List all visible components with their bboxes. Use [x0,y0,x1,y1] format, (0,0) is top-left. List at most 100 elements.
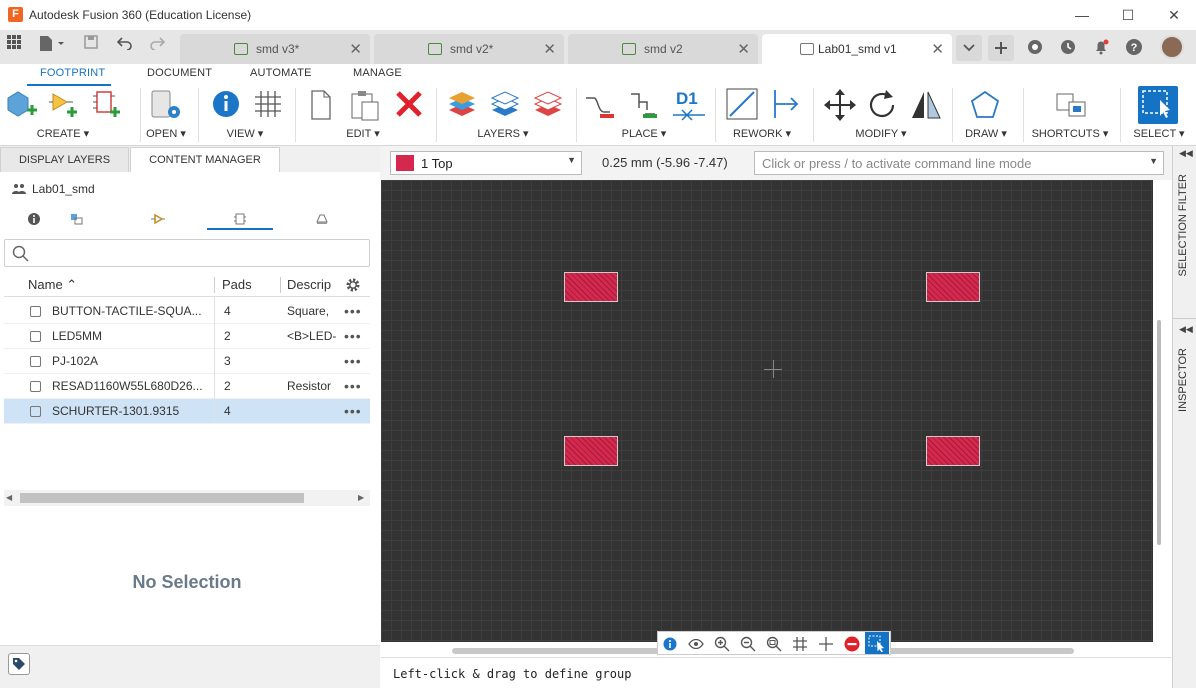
minimize-button[interactable]: — [1059,0,1105,30]
search-field[interactable] [4,239,370,267]
zoom-out-icon[interactable] [737,634,759,654]
info-icon[interactable] [659,634,681,654]
place-text-icon[interactable]: D1 [672,88,708,122]
tab-overflow-chevron-icon[interactable] [956,35,982,61]
select-mode-icon[interactable] [865,632,889,654]
table-row[interactable]: LED5MM 2 <B>LED- ••• [4,324,370,349]
maximize-button[interactable]: ☐ [1105,0,1151,30]
tab-document[interactable]: DOCUMENT [147,67,212,79]
layer-select[interactable]: 1 Top ▼ [390,151,582,175]
route-line-icon[interactable] [726,88,758,122]
zoom-in-icon[interactable] [711,634,733,654]
file-menu-icon[interactable] [34,34,68,60]
app-grid-icon[interactable] [3,34,25,58]
gear-icon[interactable] [345,277,361,293]
origin-crosshair-icon[interactable] [815,634,837,654]
close-tab-icon[interactable]: ✕ [931,40,944,58]
copy-icon[interactable] [307,88,339,122]
more-options-icon[interactable]: ••• [344,399,362,424]
polygon-draw-icon[interactable] [968,88,1000,122]
rotate-icon[interactable] [866,88,898,122]
3d-package-filter-icon[interactable] [288,212,356,230]
eye-visibility-icon[interactable] [685,634,707,654]
extensions-icon[interactable] [1026,38,1044,59]
edit-group-label[interactable]: EDIT ▾ [338,127,388,140]
place-pad-icon[interactable] [627,88,659,122]
close-window-button[interactable]: ✕ [1151,0,1196,30]
tab-footprint[interactable]: FOOTPRINT [40,67,105,79]
footprint-canvas[interactable] [381,180,1153,642]
view-group-label[interactable]: VIEW ▾ [220,127,270,140]
close-tab-icon[interactable]: ✕ [543,40,556,58]
open-library-icon[interactable] [148,88,180,122]
search-input[interactable] [35,243,355,263]
tag-icon[interactable] [8,653,30,675]
place-smd-icon[interactable] [584,88,616,122]
new-tab-plus-icon[interactable] [988,35,1014,61]
undo-icon[interactable] [114,34,136,58]
smd-pad[interactable] [926,436,980,466]
shortcuts-group-label[interactable]: SHORTCUTS ▾ [1030,127,1110,140]
modify-group-label[interactable]: MODIFY ▾ [850,127,912,140]
selection-filter-tab[interactable]: SELECTION FILTER [1177,174,1189,276]
layer-blue-icon[interactable] [489,88,521,122]
grid-toggle-icon[interactable] [789,634,811,654]
help-icon[interactable]: ? [1125,38,1143,59]
layer-red-icon[interactable] [532,88,564,122]
tab-smd-v3[interactable]: smd v3* ✕ [180,34,370,64]
mirror-icon[interactable] [909,88,941,122]
table-row[interactable]: BUTTON-TACTILE-SQUA... 4 Square, ••• [4,299,370,324]
create-group-label[interactable]: CREATE ▾ [30,127,96,140]
new-symbol-icon[interactable] [47,88,79,122]
save-icon[interactable] [80,34,102,58]
close-tab-icon[interactable]: ✕ [737,40,750,58]
open-group-label[interactable]: OPEN ▾ [140,127,192,140]
paste-icon[interactable] [349,88,381,122]
delete-icon[interactable] [393,88,425,122]
new-footprint-icon[interactable] [5,88,37,122]
command-line-input[interactable]: Click or press / to activate command lin… [754,151,1164,175]
footprints-filter-icon[interactable] [207,212,273,230]
move-icon[interactable] [823,88,856,122]
dropdown-arrow-icon[interactable]: ▼ [1149,156,1158,166]
new-package-icon[interactable] [90,88,122,122]
redo-icon[interactable] [146,34,168,58]
table-row-selected[interactable]: SCHURTER-1301.9315 4 ••• [4,399,370,424]
grid-icon[interactable] [252,88,284,122]
select-group-icon[interactable] [1138,86,1178,124]
canvas-vertical-scrollbar[interactable] [1153,180,1165,642]
components-filter-icon[interactable] [42,212,110,230]
zoom-fit-icon[interactable] [763,634,785,654]
more-options-icon[interactable]: ••• [344,349,362,374]
draw-group-label[interactable]: DRAW ▾ [960,127,1012,140]
scroll-right-arrow-icon[interactable]: ▶ [358,493,364,502]
shortcuts-icon[interactable] [1054,88,1086,122]
scrollbar-thumb[interactable] [1157,320,1161,545]
select-group-label[interactable]: SELECT ▾ [1130,127,1188,140]
notifications-bell-icon[interactable] [1092,38,1110,59]
tab-display-layers[interactable]: DISPLAY LAYERS [0,147,129,172]
more-options-icon[interactable]: ••• [344,324,362,349]
symbols-filter-icon[interactable] [124,212,192,230]
collapse-arrow-icon[interactable]: ◀◀ [1179,148,1193,159]
description-column-header[interactable]: Descrip [287,273,331,297]
smd-pad[interactable] [926,272,980,302]
pads-column-header[interactable]: Pads [222,273,252,297]
collapse-arrow-icon[interactable]: ◀◀ [1179,324,1193,335]
stop-icon[interactable] [841,634,863,654]
more-options-icon[interactable]: ••• [344,374,362,399]
smd-pad[interactable] [564,436,618,466]
inspector-tab[interactable]: INSPECTOR [1177,348,1189,412]
tab-lab01-smd-v1[interactable]: Lab01_smd v1 ✕ [762,34,952,64]
info-icon[interactable] [210,88,242,122]
tab-smd-v2-modified[interactable]: smd v2* ✕ [374,34,564,64]
table-row[interactable]: PJ-102A 3 ••• [4,349,370,374]
more-options-icon[interactable]: ••• [344,299,362,324]
place-group-label[interactable]: PLACE ▾ [614,127,674,140]
layers-colored-icon[interactable] [446,88,478,122]
layers-group-label[interactable]: LAYERS ▾ [470,127,536,140]
scrollbar-thumb[interactable] [20,493,304,503]
ripup-arrow-icon[interactable] [769,88,801,122]
name-column-header[interactable]: Name ⌃ [28,273,77,297]
user-avatar[interactable] [1160,35,1184,59]
